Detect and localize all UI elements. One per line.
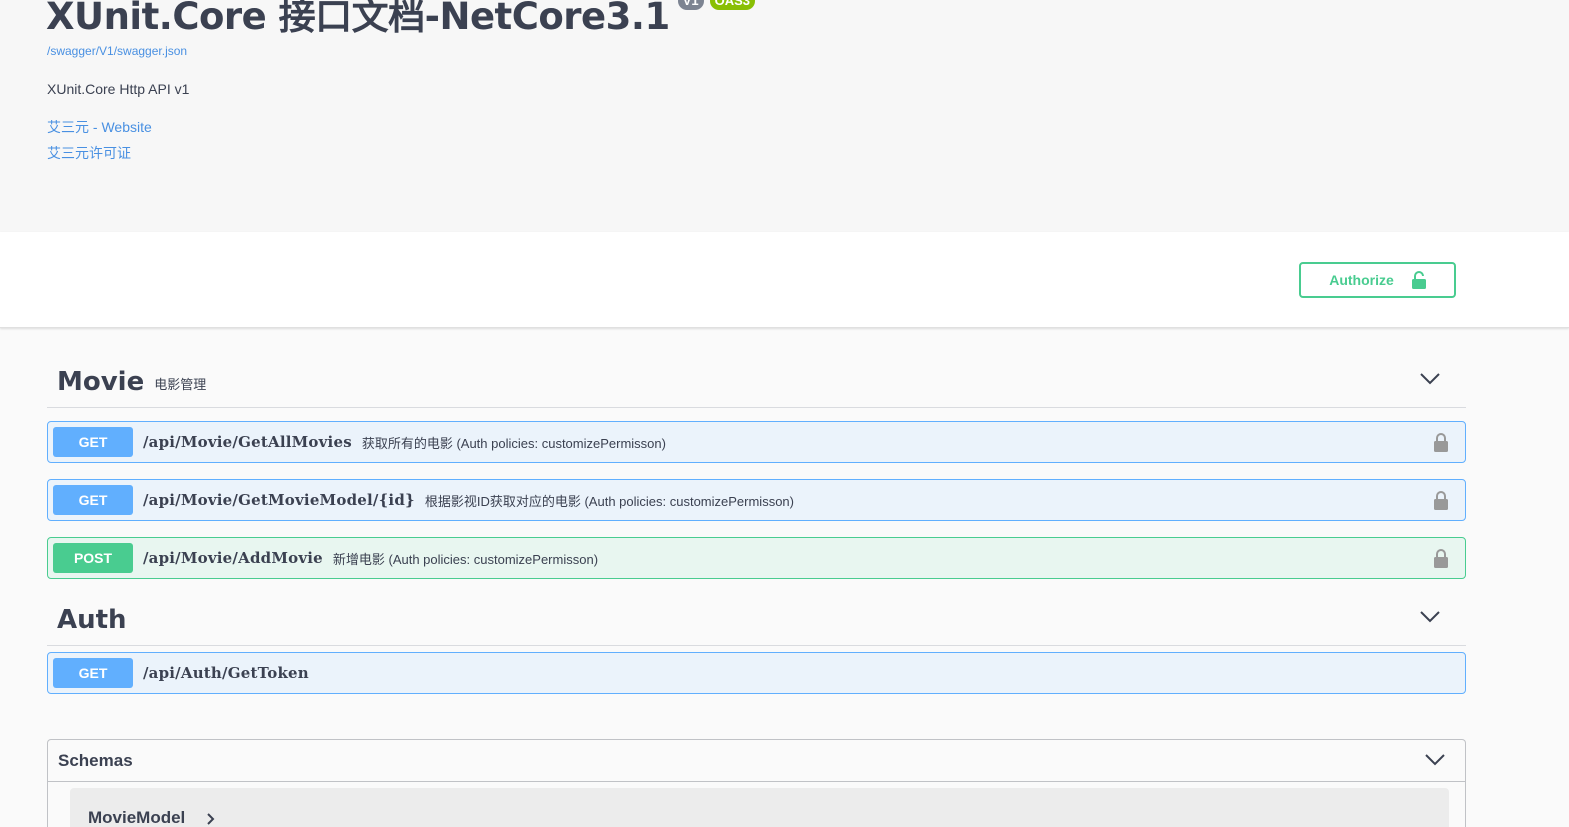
tag-name: Auth — [57, 604, 127, 635]
api-description: XUnit.Core Http API v1 — [47, 81, 190, 97]
operation-get-token[interactable]: GET /api/Auth/GetToken — [47, 652, 1466, 694]
tag-header-auth[interactable]: Auth — [47, 594, 1466, 646]
tag-name: Movie — [57, 366, 145, 397]
lock-icon[interactable] — [1434, 490, 1448, 515]
model-container[interactable]: MovieModel — [70, 788, 1449, 827]
method-badge: GET — [53, 658, 133, 688]
info-section: XUnit.Core 接口文档-NetCore3.1 V1 OAS3 /swag… — [0, 0, 1569, 232]
schemas-section: Schemas MovieModel — [47, 739, 1466, 827]
operation-get-movie-model[interactable]: GET /api/Movie/GetMovieModel/{id} 根据影视ID… — [47, 479, 1466, 521]
authorize-button[interactable]: Authorize — [1299, 262, 1456, 298]
api-title: XUnit.Core 接口文档-NetCore3.1 — [46, 0, 670, 38]
operation-path: /api/Movie/AddMovie — [143, 549, 323, 567]
chevron-down-icon[interactable] — [1420, 610, 1440, 628]
chevron-down-icon[interactable] — [1425, 753, 1445, 771]
operation-path: /api/Movie/GetAllMovies — [143, 433, 352, 451]
chevron-right-icon[interactable] — [207, 812, 215, 827]
method-badge: GET — [53, 485, 133, 515]
contact-website-link[interactable]: 艾三元 - Website — [47, 117, 152, 137]
version-badge: V1 — [677, 0, 704, 10]
spec-url-link[interactable]: /swagger/V1/swagger.json — [47, 44, 187, 58]
operation-add-movie[interactable]: POST /api/Movie/AddMovie 新增电影 (Auth poli… — [47, 537, 1466, 579]
tag-header-movie[interactable]: Movie 电影管理 — [47, 356, 1466, 408]
operation-path: /api/Movie/GetMovieModel/{id} — [143, 491, 415, 509]
method-badge: GET — [53, 427, 133, 457]
tag-description: 电影管理 — [154, 377, 207, 392]
chevron-down-icon[interactable] — [1420, 372, 1440, 390]
operation-path: /api/Auth/GetToken — [143, 664, 309, 682]
scheme-container: Authorize — [0, 232, 1569, 328]
unlock-icon — [1411, 271, 1426, 289]
model-name[interactable]: MovieModel — [88, 808, 185, 827]
lock-icon[interactable] — [1434, 432, 1448, 457]
operation-get-all-movies[interactable]: GET /api/Movie/GetAllMovies 获取所有的电影 (Aut… — [47, 421, 1466, 463]
title-row: XUnit.Core 接口文档-NetCore3.1 V1 OAS3 — [46, 0, 756, 40]
operation-summary: 新增电影 (Auth policies: customizePermisson) — [332, 551, 599, 567]
operation-summary: 获取所有的电影 (Auth policies: customizePermiss… — [361, 435, 666, 451]
method-badge: POST — [53, 543, 133, 573]
license-link[interactable]: 艾三元许可证 — [47, 143, 131, 163]
authorize-label: Authorize — [1329, 272, 1394, 288]
schemas-header[interactable]: Schemas — [48, 740, 1465, 782]
operation-summary: 根据影视ID获取对应的电影 (Auth policies: customizeP… — [424, 493, 794, 509]
oas-badge: OAS3 — [709, 0, 756, 10]
lock-icon[interactable] — [1434, 548, 1448, 573]
schemas-title: Schemas — [58, 750, 133, 770]
